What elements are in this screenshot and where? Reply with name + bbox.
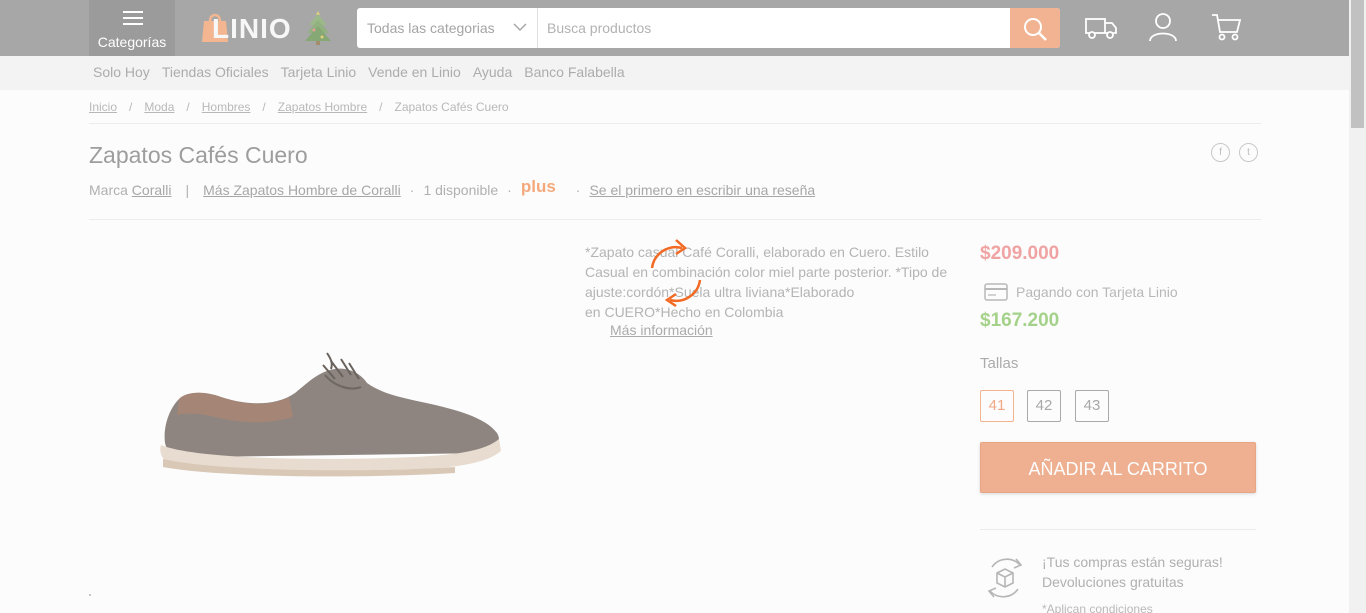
breadcrumb-hombres[interactable]: Hombres <box>202 100 251 114</box>
nav-item-vende-en-linio[interactable]: Vende en Linio <box>368 64 461 80</box>
loading-spinner-icon <box>650 239 702 308</box>
breadcrumb-inicio[interactable]: Inicio <box>89 100 117 114</box>
divider <box>89 219 1261 220</box>
categories-label: Categorías <box>97 34 167 50</box>
breadcrumb: Inicio / Moda / Hombres / Zapatos Hombre / Z… <box>89 100 509 114</box>
review-link[interactable]: Se el primero en escribir una reseña <box>589 182 815 198</box>
divider <box>980 529 1256 530</box>
card-payment-row: Pagando con Tarjeta Linio <box>984 283 1178 301</box>
brand-link[interactable]: Coralli <box>132 182 172 198</box>
user-icon[interactable] <box>1148 11 1178 43</box>
linio-logo[interactable]: LINIO <box>198 8 338 48</box>
facebook-icon[interactable]: f <box>1211 143 1230 162</box>
conditions-text: *Aplican condiciones <box>1042 602 1153 613</box>
product-title: Zapatos Cafés Cuero <box>89 142 308 168</box>
stock-text: 1 disponible <box>423 182 499 198</box>
add-to-cart-button[interactable]: AÑADIR AL CARRITO <box>980 442 1256 493</box>
search-bar: Todas las categorias <box>357 8 1060 48</box>
nav-item-solo-hoy[interactable]: Solo Hoy <box>93 64 150 80</box>
product-image[interactable] <box>155 335 505 485</box>
cart-icon[interactable] <box>1210 11 1242 43</box>
size-option-43[interactable]: 43 <box>1075 390 1109 422</box>
breadcrumb-moda[interactable]: Moda <box>144 100 174 114</box>
nav-item-tiendas-oficiales[interactable]: Tiendas Oficiales <box>162 64 269 80</box>
scrollbar-thumb[interactable] <box>1351 0 1364 128</box>
price: $209.000 <box>980 243 1060 264</box>
sizes-label: Tallas <box>980 355 1019 372</box>
vertical-scrollbar[interactable] <box>1349 0 1366 613</box>
product-meta: Marca Coralli | Más Zapatos Hombre de Co… <box>89 177 816 198</box>
more-products-link[interactable]: Más Zapatos Hombre de Coralli <box>203 182 401 198</box>
secure-line: Devoluciones gratuitas <box>1042 574 1184 590</box>
search-button[interactable] <box>1010 8 1060 48</box>
chevron-down-icon <box>513 23 527 32</box>
category-select[interactable]: Todas las categorias <box>357 8 538 48</box>
plus-badge: plus <box>520 177 556 196</box>
image-dot <box>89 594 91 596</box>
nav-item-tarjeta-linio[interactable]: Tarjeta Linio <box>281 64 357 80</box>
category-select-value: Todas las categorias <box>367 20 495 36</box>
page: Categorías LINIO Todas las categorias Bu… <box>0 0 1349 613</box>
christmas-tree-icon <box>305 11 331 45</box>
brand-prefix: Marca <box>89 182 128 198</box>
more-info-link[interactable]: Más información <box>610 322 713 338</box>
top-bar: Categorías LINIO Todas las categorias <box>0 0 1349 56</box>
nav-bar: Solo Hoy Tiendas Oficiales Tarjeta Linio… <box>0 56 1349 90</box>
credit-card-icon <box>984 283 1008 301</box>
secure-return-icon <box>987 558 1023 598</box>
search-input[interactable] <box>538 8 1007 48</box>
logo-text: LINIO <box>212 13 292 44</box>
breadcrumb-current: Zapatos Cafés Cuero <box>394 100 509 114</box>
size-option-42[interactable]: 42 <box>1027 390 1061 422</box>
truck-icon[interactable] <box>1084 11 1118 43</box>
card-price: $167.200 <box>980 310 1060 331</box>
card-payment-text: Pagando con Tarjeta Linio <box>1016 284 1178 300</box>
twitter-icon[interactable]: t <box>1239 143 1258 162</box>
divider <box>89 123 1261 124</box>
search-icon <box>1024 18 1047 41</box>
secure-purchase-text: ¡Tus compras están seguras! Devoluciones… <box>1042 552 1223 592</box>
categories-button[interactable]: Categorías <box>89 0 175 56</box>
secure-line: ¡Tus compras están seguras! <box>1042 554 1223 570</box>
nav-item-ayuda[interactable]: Ayuda <box>473 64 512 80</box>
nav-item-banco-falabella[interactable]: Banco Falabella <box>524 64 624 80</box>
breadcrumb-zapatos-hombre[interactable]: Zapatos Hombre <box>278 100 367 114</box>
menu-icon <box>123 11 143 29</box>
size-option-41[interactable]: 41 <box>980 390 1014 422</box>
